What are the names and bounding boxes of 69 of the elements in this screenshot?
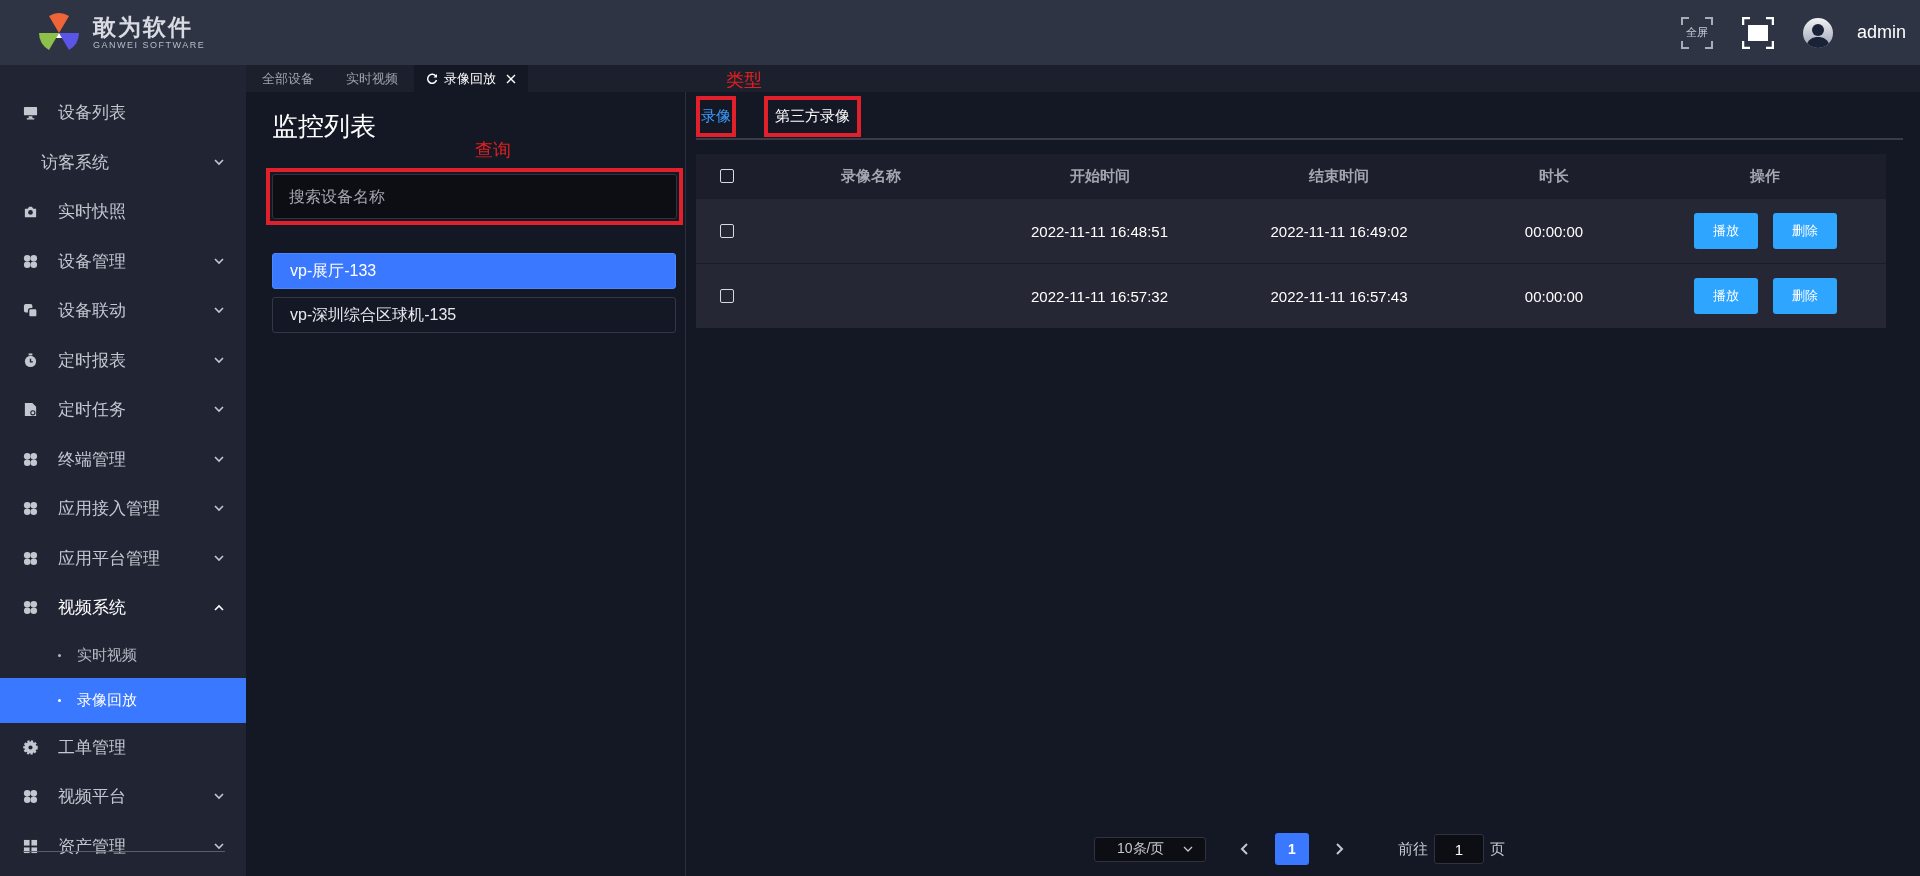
sidebar-item[interactable]: 设备联动 — [0, 286, 246, 336]
page-tab[interactable]: 录像回放 — [414, 65, 528, 92]
table-cell-text: 2022-11-11 16:57:32 — [1029, 287, 1170, 305]
sidebar-item[interactable]: 设备管理 — [0, 236, 246, 286]
fullscreen-icon[interactable] — [1741, 16, 1774, 49]
sidebar-item[interactable]: 实时快照 — [0, 187, 246, 237]
table-cell-text: 2022-11-11 16:49:02 — [1269, 222, 1409, 240]
sidebar-subitem[interactable]: 录像回放 — [0, 677, 246, 723]
chevron-icon[interactable] — [1183, 845, 1193, 853]
sidebar-item[interactable]: 定时任务 — [0, 385, 246, 435]
column-header: 结束时间 — [1308, 166, 1370, 186]
monitor-icon — [23, 105, 38, 121]
row-checkbox[interactable] — [720, 224, 734, 238]
table-cell-text: 00:00:00 — [1523, 222, 1585, 240]
clover-icon — [23, 451, 38, 467]
type-tab[interactable]: 第三方录像 — [774, 100, 851, 132]
refresh-icon[interactable] — [426, 72, 438, 85]
user-name[interactable]: admin — [1856, 22, 1906, 43]
clover-icon — [23, 600, 38, 616]
logo-subtitle: GANWEI SOFTWARE — [93, 40, 206, 51]
grid-icon — [23, 838, 38, 854]
page-tab[interactable]: 实时视频 — [330, 65, 414, 92]
goto-label: 前往 — [1398, 839, 1428, 859]
sidebar-subitem[interactable]: 实时视频 — [0, 632, 246, 678]
page-size-select[interactable]: 10条/页 — [1094, 836, 1206, 862]
table-cell-text: 00:00:00 — [1523, 287, 1585, 305]
page-input[interactable]: 1 — [1434, 834, 1484, 864]
sidebar-item[interactable]: 应用接入管理 — [0, 484, 246, 534]
clover-icon — [23, 550, 38, 566]
clover-icon — [23, 789, 38, 805]
column-header: 开始时间 — [1068, 166, 1131, 186]
annotation-label: 类型 — [726, 69, 762, 92]
close-icon[interactable] — [506, 73, 516, 84]
sidebar-item[interactable]: 设备列表 — [0, 88, 246, 138]
camera-icon — [23, 204, 38, 220]
gear-icon — [23, 739, 38, 755]
table-cell-text: 2022-11-11 16:48:51 — [1029, 222, 1170, 240]
timer-icon — [23, 352, 38, 368]
next-icon[interactable] — [1334, 842, 1344, 856]
search-field[interactable]: 搜索设备名称 — [272, 174, 677, 219]
sidebar-item[interactable]: 视频平台 — [0, 772, 246, 822]
column-header: 时长 — [1538, 166, 1570, 186]
type-tab[interactable]: 录像 — [700, 100, 732, 132]
page-number[interactable]: 1 — [1275, 833, 1309, 865]
sidebar-item[interactable]: 工单管理 — [0, 722, 246, 772]
sidebar-item[interactable]: 应用平台管理 — [0, 533, 246, 583]
document-icon — [23, 402, 38, 418]
sidebar-item[interactable]: 终端管理 — [0, 434, 246, 484]
logo-title: 敢为软件 — [93, 14, 194, 40]
clover-icon — [23, 501, 38, 517]
select-all-checkbox[interactable] — [720, 169, 734, 183]
clover-icon — [23, 253, 38, 269]
previous-icon[interactable] — [1240, 842, 1250, 856]
annotation-label: 查询 — [475, 139, 511, 162]
row-checkbox[interactable] — [720, 289, 734, 303]
page-suffix: 页 — [1490, 839, 1505, 859]
column-header: 录像名称 — [839, 166, 902, 186]
device-item[interactable]: vp-深圳综合区球机-135 — [272, 297, 676, 333]
link-icon — [23, 303, 38, 319]
avatar-icon[interactable] — [1802, 17, 1833, 48]
sidebar-item[interactable]: 视频系统 — [0, 583, 246, 633]
fullscreen-button[interactable]: 全屏 — [1680, 16, 1713, 49]
page-tab[interactable]: 全部设备 — [246, 65, 330, 92]
panel-title: 监控列表 — [272, 110, 377, 142]
table-cell-text: 2022-11-11 16:57:43 — [1269, 287, 1409, 305]
device-item[interactable]: vp-展厅-133 — [272, 253, 676, 289]
sidebar-item[interactable]: 访客系统 — [0, 137, 246, 187]
sidebar-item[interactable]: 定时报表 — [0, 335, 246, 385]
column-header: 操作 — [1749, 166, 1781, 186]
